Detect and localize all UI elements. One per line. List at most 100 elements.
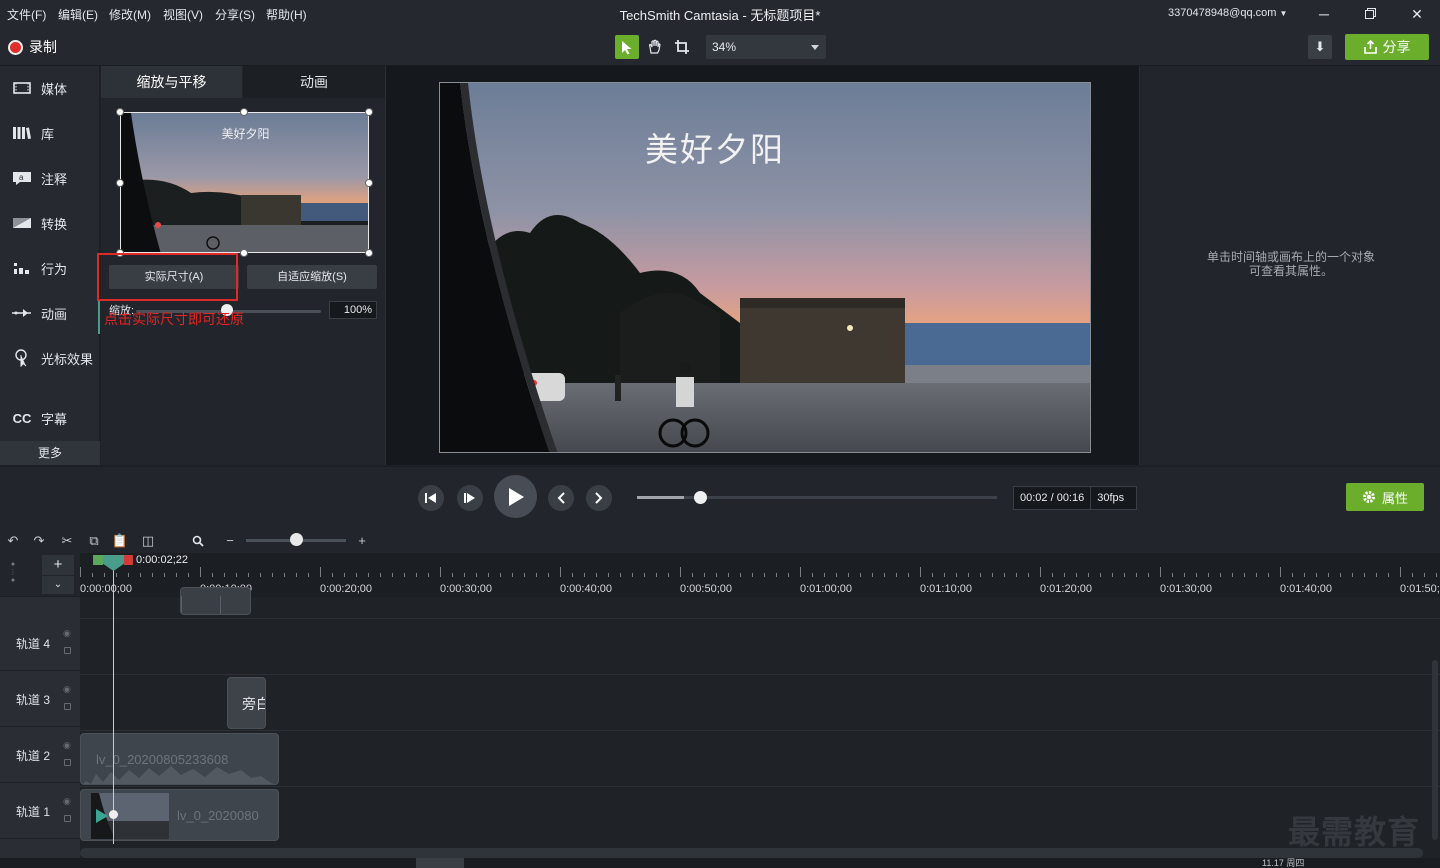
track-row-5[interactable] xyxy=(80,587,1440,619)
audio-clip[interactable]: lv_0_20200805233608 xyxy=(80,733,279,785)
menu-help[interactable]: 帮助(H) xyxy=(266,6,307,23)
sidebar-item-cursor-effects[interactable]: 光标效果 xyxy=(0,336,100,380)
selection-start-marker[interactable] xyxy=(93,555,103,565)
eye-icon[interactable]: ◉ xyxy=(63,740,71,751)
resize-handle[interactable] xyxy=(240,249,248,257)
pointer-icon[interactable] xyxy=(615,35,639,59)
lock-icon[interactable] xyxy=(64,759,71,766)
panel-accent-bar xyxy=(98,301,100,334)
split-icon[interactable]: ◫ xyxy=(139,532,157,550)
eye-icon[interactable]: ◉ xyxy=(63,796,71,807)
animation-marker-icon[interactable] xyxy=(95,808,109,824)
taskbar-item[interactable] xyxy=(416,858,464,868)
timeline-horizontal-scrollbar[interactable] xyxy=(80,848,1423,858)
left-sidebar: 媒体 库 a 注释 转换 行为 动画 光标效果 CC 字幕 更多 xyxy=(0,66,100,465)
scrub-knob[interactable] xyxy=(694,491,707,504)
record-button[interactable]: 录制 xyxy=(8,37,57,57)
step-forward-icon[interactable] xyxy=(457,485,483,511)
clip-label: lv_0_2020080 xyxy=(177,808,259,823)
narration-clip[interactable]: 旁白 xyxy=(227,677,266,729)
previous-marker-icon[interactable] xyxy=(548,485,574,511)
timeline-zoom-knob[interactable] xyxy=(290,533,303,546)
zoom-out-icon[interactable]: − xyxy=(221,532,239,550)
lock-icon[interactable] xyxy=(64,703,71,710)
resize-handle[interactable] xyxy=(116,179,124,187)
scale-value-field[interactable]: 100% xyxy=(329,301,377,319)
play-icon[interactable] xyxy=(494,475,537,518)
track-header-4[interactable]: 轨道 4 ◉ xyxy=(0,616,80,671)
sidebar-item-behaviors[interactable]: 行为 xyxy=(0,246,100,290)
track-row-2[interactable]: lv_0_20200805233608 xyxy=(80,731,1440,787)
properties-button[interactable]: 属性 xyxy=(1346,483,1424,511)
zoom-thumbnail[interactable]: 美好夕阳 xyxy=(120,112,369,253)
sidebar-item-animations[interactable]: 动画 xyxy=(0,291,100,335)
eye-icon[interactable]: ◉ xyxy=(63,628,71,639)
zoom-select[interactable]: 34% xyxy=(706,35,826,59)
lock-icon[interactable] xyxy=(64,647,71,654)
undo-icon[interactable]: ↶ xyxy=(4,532,22,550)
account-menu[interactable]: 3370478948@qq.com ▼ xyxy=(1168,7,1287,19)
video-canvas[interactable]: 美好夕阳 xyxy=(439,82,1091,453)
restore-icon[interactable] xyxy=(1360,4,1380,24)
track-row-4[interactable] xyxy=(80,619,1440,675)
paste-icon[interactable]: 📋 xyxy=(111,532,129,550)
playhead-keyframe[interactable] xyxy=(109,810,118,819)
selection-end-marker[interactable] xyxy=(124,555,133,565)
hand-icon[interactable] xyxy=(643,35,667,59)
resize-handle[interactable] xyxy=(365,179,373,187)
menu-share[interactable]: 分享(S) xyxy=(215,6,255,23)
sidebar-item-annotations[interactable]: a 注释 xyxy=(0,156,100,200)
video-title-text[interactable]: 美好夕阳 xyxy=(440,123,1090,171)
download-icon[interactable]: ⬇ xyxy=(1308,35,1332,59)
eye-icon[interactable]: ◉ xyxy=(63,684,71,695)
search-icon[interactable] xyxy=(189,532,207,550)
resize-handle[interactable] xyxy=(365,249,373,257)
clip-label: 旁白 xyxy=(242,696,265,712)
playhead-line[interactable] xyxy=(113,566,114,844)
track-header-2[interactable]: 轨道 2 ◉ xyxy=(0,728,80,783)
track-row-1[interactable]: lv_0_2020080 xyxy=(80,787,1440,843)
resize-handle[interactable] xyxy=(116,108,124,116)
timeline-vertical-scrollbar[interactable] xyxy=(1432,660,1438,840)
menu-edit[interactable]: 编辑(E) xyxy=(58,6,98,23)
minimize-icon[interactable]: ─ xyxy=(1314,4,1334,24)
close-icon[interactable]: ✕ xyxy=(1407,4,1427,24)
menu-file[interactable]: 文件(F) xyxy=(7,6,46,23)
copy-icon[interactable]: ⧉ xyxy=(85,532,103,550)
chevron-down-icon[interactable]: ⌄ xyxy=(42,576,74,594)
track-header-3[interactable]: 轨道 3 ◉ xyxy=(0,672,80,727)
track-row-3[interactable]: 旁白 xyxy=(80,675,1440,731)
cut-icon[interactable]: ✂ xyxy=(58,532,76,550)
tab-animations[interactable]: 动画 xyxy=(243,66,385,98)
timeline-tracks[interactable]: 旁白 lv_0_20200805233608 lv_0_2020080 xyxy=(80,587,1440,868)
track-header-1[interactable]: 轨道 1 ◉ xyxy=(0,784,80,839)
add-track-button[interactable]: + xyxy=(42,555,74,575)
sidebar-item-captions[interactable]: CC 字幕 xyxy=(0,396,100,440)
menu-modify[interactable]: 修改(M) xyxy=(109,6,151,23)
zoom-in-icon[interactable]: + xyxy=(353,532,371,550)
sidebar-item-library[interactable]: 库 xyxy=(0,111,100,155)
share-button[interactable]: 分享 xyxy=(1345,34,1429,60)
svg-text:a: a xyxy=(19,173,24,182)
redo-icon[interactable]: ↷ xyxy=(30,532,48,550)
transition-icon xyxy=(11,214,33,232)
timeline-toolbar: ↶ ↷ ✂ ⧉ 📋 ◫ − + xyxy=(0,528,1440,553)
fit-zoom-button[interactable]: 自适应缩放(S) xyxy=(247,265,377,289)
properties-label: 属性 xyxy=(1381,490,1408,506)
sidebar-item-transitions[interactable]: 转换 xyxy=(0,201,100,245)
timeline-clip[interactable] xyxy=(180,587,251,615)
resize-handle[interactable] xyxy=(240,108,248,116)
canvas-area[interactable]: 美好夕阳 xyxy=(385,66,1140,465)
tab-zoom-pan[interactable]: 缩放与平移 xyxy=(101,66,242,98)
track-height-slider[interactable]: ● ⋮ ● xyxy=(8,561,18,591)
next-marker-icon[interactable] xyxy=(586,485,612,511)
sidebar-more-button[interactable]: 更多 xyxy=(0,441,100,465)
sidebar-item-media[interactable]: 媒体 xyxy=(0,66,100,110)
crop-icon[interactable] xyxy=(670,35,694,59)
menu-view[interactable]: 视图(V) xyxy=(163,6,203,23)
scrub-bar[interactable] xyxy=(637,496,997,499)
lock-icon[interactable] xyxy=(64,815,71,822)
resize-handle[interactable] xyxy=(365,108,373,116)
step-back-icon[interactable] xyxy=(418,485,444,511)
chevron-down-icon: ▼ xyxy=(1279,9,1288,18)
